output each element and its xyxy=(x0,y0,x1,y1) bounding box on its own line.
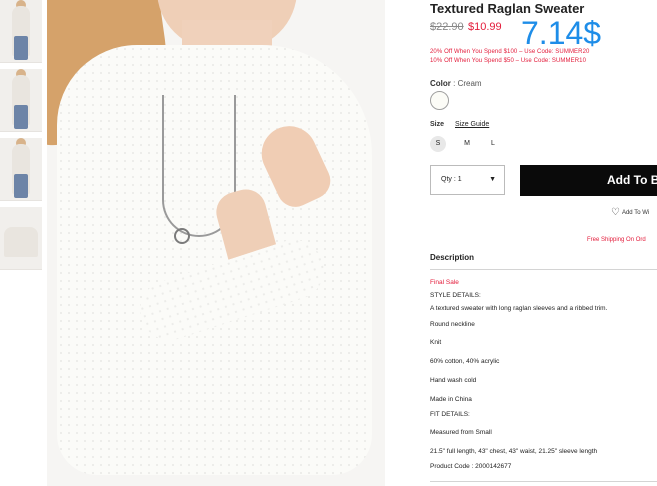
description-line: Hand wash cold xyxy=(430,377,477,384)
sale-price: $10.99 xyxy=(468,21,502,33)
promo-line-2: 10% Off When You Spend $50 – Use Code: S… xyxy=(430,58,587,64)
add-to-wishlist-link[interactable]: ♡ Add To Wi xyxy=(611,207,649,218)
quantity-value: Qty : 1 xyxy=(441,176,462,183)
size-guide-link[interactable]: Size Guide xyxy=(455,121,489,128)
size-option-l[interactable]: L xyxy=(485,136,501,152)
color-value: : Cream xyxy=(453,79,482,88)
wishlist-label: Add To Wi xyxy=(621,210,650,216)
product-main-image xyxy=(47,0,385,486)
heart-icon: ♡ xyxy=(611,207,620,218)
description-line: A textured sweater with long raglan slee… xyxy=(430,305,608,312)
quantity-select[interactable]: Qty : 1 ▼ xyxy=(430,165,505,195)
description-line: Made in China xyxy=(430,396,472,403)
thumbnail-4[interactable] xyxy=(0,207,42,270)
description-heading[interactable]: Description xyxy=(430,253,474,262)
color-label: Color xyxy=(430,79,451,88)
product-title: Textured Raglan Sweater xyxy=(430,1,585,16)
description-line: Product Code : 2000142677 xyxy=(430,463,512,470)
size-label: Size xyxy=(430,121,445,128)
size-option-m[interactable]: M xyxy=(459,136,475,152)
description-line: STYLE DETAILS: xyxy=(430,292,481,299)
divider xyxy=(430,481,657,482)
description-line: 60% cotton, 40% acrylic xyxy=(430,358,500,365)
free-shipping-notice: Free Shipping On Ord xyxy=(587,237,646,243)
chevron-down-icon: ▼ xyxy=(489,176,496,183)
thumbnail-strip xyxy=(0,0,44,276)
description-line: 21.5" full length, 43" chest, 43" waist,… xyxy=(430,448,598,455)
promo-line-1: 20% Off When You Spend $100 – Use Code: … xyxy=(430,49,590,55)
description-line: FIT DETAILS: xyxy=(430,411,470,418)
add-to-bag-button[interactable]: Add To B xyxy=(520,165,657,196)
thumbnail-2[interactable] xyxy=(0,69,42,132)
description-line: Knit xyxy=(430,339,442,346)
description-line: Final Sale xyxy=(430,279,459,286)
thumbnail-1[interactable] xyxy=(0,0,42,63)
original-price: $22.90 xyxy=(430,21,464,33)
divider xyxy=(430,269,657,270)
description-line: Round neckline xyxy=(430,321,475,328)
color-swatch-cream[interactable] xyxy=(430,91,449,110)
size-option-s[interactable]: S xyxy=(430,136,446,152)
thumbnail-3[interactable] xyxy=(0,138,42,201)
converted-price-overlay: 7.14$ xyxy=(521,15,602,51)
description-line: Measured from Small xyxy=(430,429,492,436)
color-label-row: Color : Cream xyxy=(430,79,482,88)
